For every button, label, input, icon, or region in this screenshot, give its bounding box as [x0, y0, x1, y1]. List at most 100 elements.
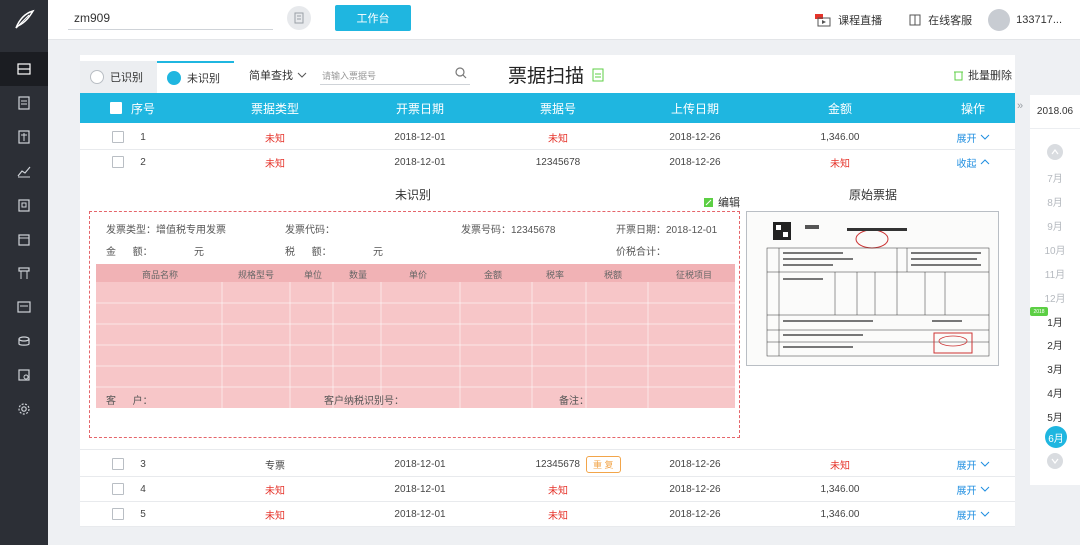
tax-unit: 元	[373, 247, 383, 258]
tab-unrecognized[interactable]: 未识别	[157, 61, 234, 93]
tab-recognized-label: 已识别	[110, 72, 143, 84]
col-tax-item: 征税项目	[676, 270, 713, 280]
row-upload: 2018-12-26	[669, 458, 721, 470]
month-mar[interactable]: 3月	[1030, 361, 1080, 376]
remark-label: 备注：	[559, 396, 589, 407]
invoice-scan-image	[747, 212, 998, 365]
header-date: 开票日期	[395, 101, 444, 116]
company-input[interactable]: zm909	[68, 8, 273, 30]
month-jan[interactable]: 1月	[1030, 314, 1080, 329]
timeline-year: 2018.06	[1030, 95, 1080, 129]
row-number: 未知	[548, 485, 568, 497]
invoice-code: 发票代码：	[285, 225, 335, 236]
search-icon[interactable]	[455, 67, 467, 79]
excel-icon[interactable]	[592, 68, 604, 82]
sidebar-item-invoice[interactable]	[0, 290, 48, 324]
chevron-up-icon	[1051, 149, 1059, 155]
month-dec[interactable]: 12月	[1030, 290, 1080, 305]
calculator-button[interactable]	[287, 6, 311, 30]
row-number: 12345678	[535, 156, 581, 168]
month-jun-selected[interactable]: 6月	[1045, 426, 1067, 448]
calculator-icon	[294, 12, 304, 24]
row-checkbox[interactable]	[112, 458, 124, 470]
timeline-toggle[interactable]: »	[1017, 100, 1023, 112]
expand-button[interactable]: 展开	[943, 477, 1003, 501]
row-number-cell: 12345678 重 复	[508, 452, 648, 476]
avatar[interactable]	[988, 9, 1011, 31]
month-aug[interactable]: 8月	[1030, 194, 1080, 209]
scan-icon	[17, 63, 31, 75]
batch-delete-label: 批量删除	[968, 70, 1012, 82]
month-sep[interactable]: 9月	[1030, 218, 1080, 233]
collapse-label: 收起	[956, 158, 977, 170]
col-qty: 数量	[349, 270, 368, 280]
page-title-text: 票据扫描	[508, 66, 585, 87]
original-invoice-image[interactable]	[746, 211, 999, 366]
month-jul[interactable]: 7月	[1030, 170, 1080, 185]
row-no: 4	[140, 483, 146, 495]
month-nov[interactable]: 11月	[1030, 266, 1080, 281]
expand-button[interactable]: 展开	[943, 502, 1003, 526]
month-may[interactable]: 5月	[1030, 409, 1080, 424]
row-checkbox[interactable]	[112, 508, 124, 520]
main-panel: 已识别 未识别 简单查找 请输入票据号 票据扫描 批量删除 序号 票据类型 开票…	[80, 55, 1015, 527]
batch-delete-button[interactable]: 批量删除	[953, 67, 1012, 83]
app-logo[interactable]	[0, 0, 48, 40]
collapse-button[interactable]: 收起	[943, 150, 1003, 174]
edit-button[interactable]: 编辑	[703, 194, 740, 210]
header-amount: 金额	[827, 101, 852, 116]
row-upload: 2018-12-26	[669, 483, 721, 495]
sidebar-item-settings[interactable]	[0, 392, 48, 426]
col-goods-name: 商品名称	[142, 270, 179, 280]
edit-icon	[704, 197, 713, 207]
month-apr[interactable]: 4月	[1030, 385, 1080, 400]
invoice-icon	[17, 301, 31, 313]
unrecognized-icon	[167, 71, 181, 85]
row-date: 2018-12-01	[394, 458, 446, 470]
col-price: 单价	[409, 270, 428, 280]
course-live-link[interactable]: 课程直播	[838, 12, 882, 28]
month-feb[interactable]: 2月	[1030, 337, 1080, 352]
row-checkbox[interactable]	[112, 156, 124, 168]
expand-label: 展开	[956, 133, 977, 145]
row-amount: 1,346.00	[820, 508, 860, 520]
unrecognized-invoice-form: 发票类型：增值税专用发票 发票代码： 发票号码：12345678 开票日期：20…	[89, 211, 740, 438]
sidebar-item-scan[interactable]	[0, 52, 48, 86]
sidebar-item-ledger[interactable]	[0, 188, 48, 222]
sidebar-item-asset[interactable]	[0, 256, 48, 290]
search-mode-select[interactable]: 简单查找	[249, 67, 307, 83]
tab-recognized[interactable]: 已识别	[80, 61, 157, 93]
sidebar-item-doc[interactable]	[0, 86, 48, 120]
workbench-button[interactable]: 工作台	[335, 5, 411, 31]
ledger-icon	[18, 199, 30, 212]
row-upload: 2018-12-26	[669, 508, 721, 520]
timeline-up-button[interactable]	[1047, 144, 1063, 160]
expand-button[interactable]: 展开	[943, 125, 1003, 149]
user-name[interactable]: 133717...	[1016, 14, 1062, 26]
row-amount: 未知	[830, 158, 850, 170]
chevron-down-icon	[980, 486, 989, 492]
online-service-link[interactable]: 在线客服	[928, 12, 972, 28]
timeline-down-button[interactable]	[1047, 453, 1063, 469]
row-no: 2	[140, 156, 146, 168]
row-checkbox[interactable]	[112, 131, 124, 143]
original-invoice-title: 原始票据	[849, 188, 898, 202]
month-oct[interactable]: 10月	[1030, 242, 1080, 257]
search-input[interactable]: 请输入票据号	[320, 65, 470, 85]
sidebar-item-voucher[interactable]	[0, 120, 48, 154]
live-course-icon	[815, 14, 831, 27]
expand-label: 展开	[956, 485, 977, 497]
table-header: 序号 票据类型 开票日期 票据号 上传日期 金额 操作	[80, 93, 1015, 123]
col-tax-amount: 税额	[604, 270, 623, 280]
header-action: 操作	[960, 101, 985, 116]
detail-title: 未识别	[395, 188, 432, 202]
row-checkbox[interactable]	[112, 483, 124, 495]
sidebar-item-calendar[interactable]	[0, 222, 48, 256]
expand-button[interactable]: 展开	[943, 452, 1003, 476]
sidebar-item-tax[interactable]	[0, 358, 48, 392]
month-timeline: 2018.06 7月 8月 9月 10月 11月 12月 2018 1月 2月 …	[1030, 95, 1080, 485]
sidebar-item-coins[interactable]	[0, 324, 48, 358]
row-type: 未知	[265, 510, 285, 522]
sidebar-item-report[interactable]	[0, 154, 48, 188]
row-date: 2018-12-01	[394, 508, 446, 520]
